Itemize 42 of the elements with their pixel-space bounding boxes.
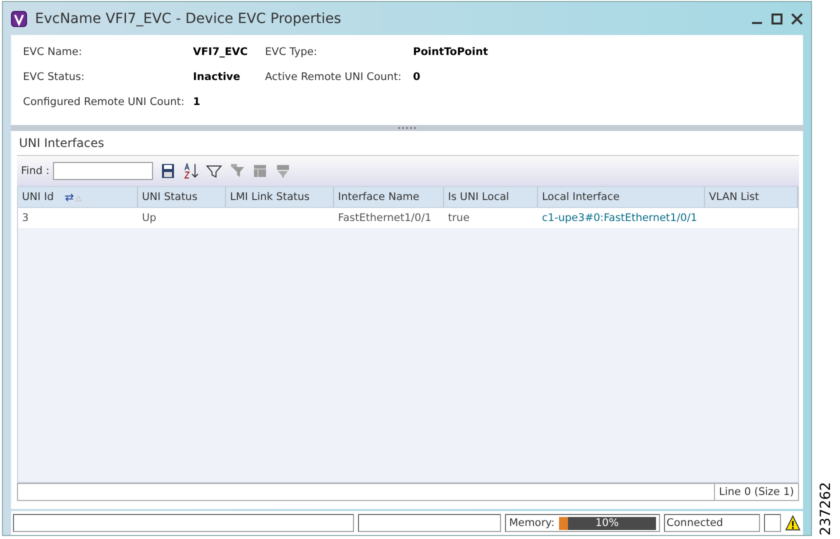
line-count: Line 0 (Size 1) [714, 484, 798, 500]
table-filter-icon [275, 163, 292, 179]
close-icon[interactable] [791, 12, 803, 24]
memory-label: Memory: [509, 517, 555, 529]
column-header[interactable]: Interface Name [338, 191, 420, 203]
maximize-icon[interactable] [771, 12, 783, 24]
property-value: 0 [413, 70, 422, 82]
window-title: EvcName VFI7_EVC - Device EVC Properties [35, 10, 342, 26]
table-cell: Up [142, 212, 156, 224]
property-label: Active Remote UNI Count: [265, 70, 402, 82]
empty-status-field [764, 514, 782, 532]
property-value: 1 [193, 96, 202, 108]
sort-icon[interactable] [183, 163, 200, 179]
property-label: EVC Type: [265, 46, 318, 58]
property-value: Inactive [193, 70, 242, 82]
property-value: PointToPoint [413, 46, 489, 58]
memory-reading: 10% [594, 516, 620, 530]
column-header[interactable]: Local Interface [542, 191, 620, 203]
column-header[interactable]: UNI Status [142, 191, 198, 203]
save-icon[interactable] [160, 163, 176, 179]
sort-indicator-icon[interactable] [64, 192, 82, 202]
filter-icon[interactable] [206, 163, 222, 179]
clear-filter-icon [229, 163, 246, 179]
property-label: Configured Remote UNI Count: [23, 96, 186, 108]
app-logo-icon [11, 10, 27, 26]
column-header[interactable]: LMI Link Status [230, 191, 310, 203]
find-field[interactable] [53, 162, 154, 180]
interface-link[interactable]: c1-upe3#0:FastEthernet1/0/1 [542, 212, 698, 224]
property-label: EVC Name: [23, 46, 84, 58]
figure-number: 237262 [818, 482, 834, 535]
property-label: EVC Status: [23, 70, 86, 82]
table-cell: true [448, 212, 470, 224]
column-header[interactable]: Is UNI Local [448, 191, 510, 203]
column-header[interactable]: VLAN List [709, 191, 760, 203]
warning-icon[interactable] [785, 515, 801, 531]
column-header[interactable]: UNI Id [22, 191, 54, 203]
connection-status: Connected [664, 514, 760, 532]
table-icon [252, 163, 268, 179]
table-cell: 3 [22, 212, 29, 224]
property-value: VFI7_EVC [193, 46, 249, 58]
table-cell: FastEthernet1/0/1 [338, 212, 432, 224]
find-label: Find : [21, 165, 50, 177]
